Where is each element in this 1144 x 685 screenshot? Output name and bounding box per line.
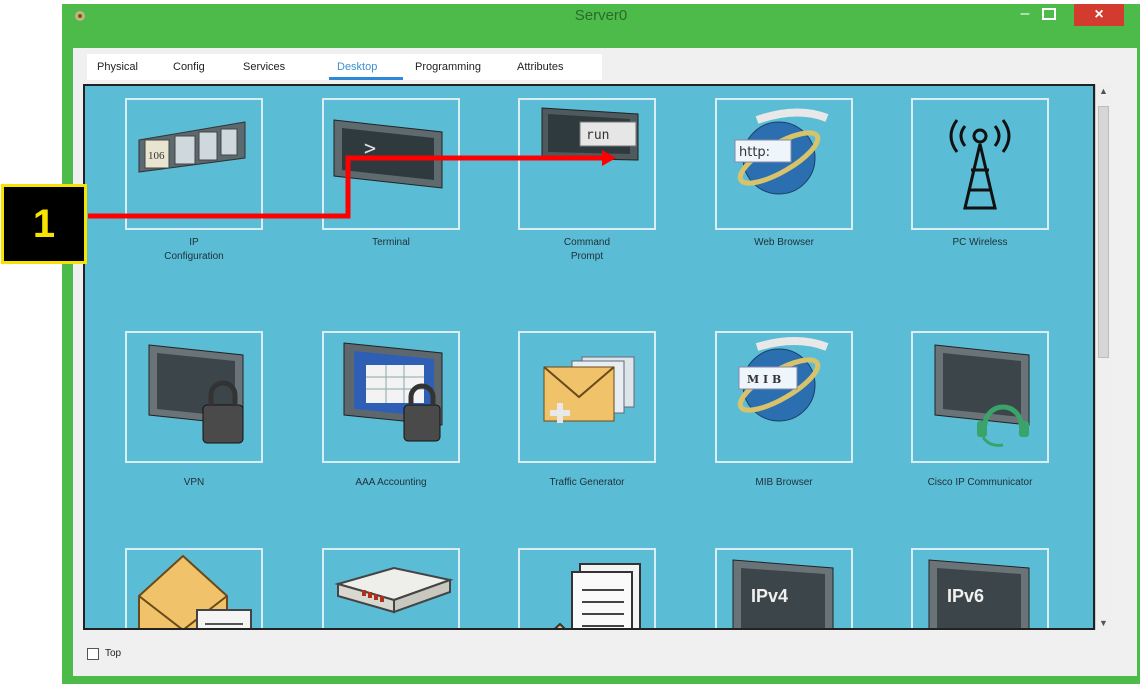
step-callout-badge: 1	[1, 184, 87, 264]
annotation-arrow	[88, 150, 616, 219]
